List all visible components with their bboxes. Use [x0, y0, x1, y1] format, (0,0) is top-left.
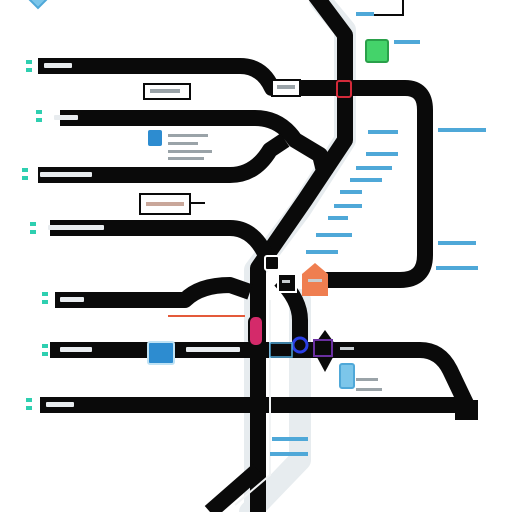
light-blue-station-icon: [339, 363, 355, 389]
blue-ring-station-icon: [291, 336, 309, 354]
red-square-station-icon: [336, 80, 352, 98]
teal-marker-icon: [30, 222, 36, 234]
branch-row-5: [55, 277, 253, 308]
interchange-node-icon: [264, 255, 280, 271]
dark-box-station-icon: [269, 342, 293, 358]
teal-marker-icon: [36, 110, 42, 122]
sky-station-icon: [148, 130, 162, 146]
metro-map-diagram: [22, 0, 486, 512]
terminal-stub: [455, 400, 478, 420]
branch-row-4: [50, 220, 278, 268]
teal-marker-icon: [26, 398, 32, 410]
teal-marker-icon: [26, 60, 32, 72]
green-station-icon: [365, 39, 389, 63]
teal-marker-icon: [22, 168, 28, 180]
purple-station-icon: [313, 339, 333, 357]
blue-tile-icon: [28, 0, 48, 10]
teal-marker-icon: [42, 292, 48, 304]
blue-tile-station-icon: [147, 341, 175, 365]
magenta-station-icon: [248, 315, 264, 347]
teal-marker-icon: [42, 344, 48, 356]
left-markers: [22, 60, 48, 410]
